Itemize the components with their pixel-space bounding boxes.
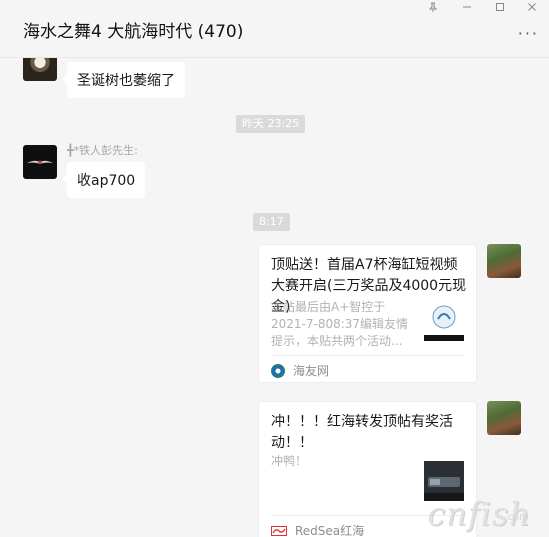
avatar[interactable]: [23, 58, 57, 81]
card-title: 冲！！！红海转发顶帖有奖活动！！: [271, 414, 453, 451]
avatar[interactable]: [23, 145, 57, 179]
message-bubble[interactable]: 圣诞树也萎缩了: [62, 62, 185, 98]
card-source: 海友网: [271, 362, 329, 379]
avatar[interactable]: [487, 401, 521, 435]
message-bubble[interactable]: 收ap700: [61, 162, 146, 198]
card-source-name: 海友网: [293, 364, 330, 378]
message-text: 圣诞树也萎缩了: [77, 73, 175, 89]
card-description: 本帖最后由A+智控于2021-7-808:37编辑友情提示，本贴共两个活动...: [271, 300, 409, 348]
close-icon[interactable]: [517, 0, 547, 14]
sender-name: ╋*铁人彭先生:: [67, 144, 138, 157]
timestamp-badge: 8:17: [253, 213, 290, 231]
card-divider: [271, 355, 464, 356]
watermark-domain: .com: [504, 512, 529, 523]
card-thumbnail: [424, 301, 464, 341]
avatar[interactable]: [487, 244, 521, 278]
link-card[interactable]: 顶贴送！首届A7杯海缸短视频大赛开启(三万奖品及4000元现金) 本帖最后由A+…: [258, 244, 477, 383]
card-source-name: RedSea红海: [295, 524, 365, 537]
card-source: RedSea红海: [271, 522, 364, 537]
message-text: 收ap700: [77, 173, 136, 189]
more-options-icon[interactable]: ···: [518, 26, 539, 42]
redsea-logo-icon: [271, 525, 287, 536]
maximize-icon[interactable]: [485, 0, 515, 14]
timestamp-badge: 昨天 23:25: [236, 115, 306, 133]
window-titlebar: 海水之舞4 大航海时代 (470) ···: [0, 0, 549, 58]
minimize-icon[interactable]: [452, 0, 482, 14]
card-description: 冲鸭！: [271, 454, 308, 468]
chat-area[interactable]: 圣诞树也萎缩了 昨天 23:25 ╋*铁人彭先生: 收ap700 8:17 顶贴…: [0, 58, 549, 537]
haiyou-logo-icon: [271, 363, 285, 378]
chat-title: 海水之舞4 大航海时代 (470): [23, 22, 244, 42]
pin-icon[interactable]: [418, 0, 448, 14]
